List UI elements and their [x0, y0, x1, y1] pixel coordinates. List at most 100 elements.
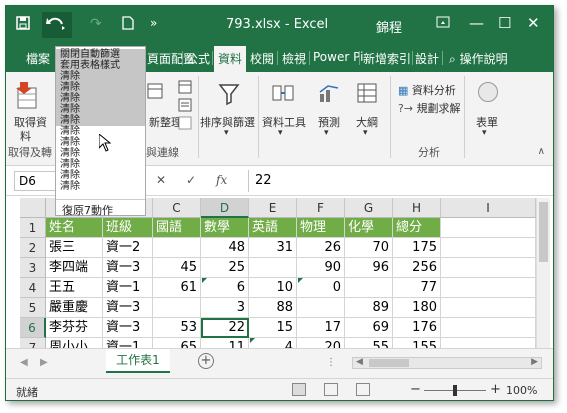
redo-icon[interactable]: ↷: [90, 16, 102, 32]
undo-button[interactable]: [42, 12, 72, 38]
zoom-slider-thumb[interactable]: [453, 385, 457, 396]
table-header-cell[interactable]: 姓名: [46, 218, 103, 238]
undo-item[interactable]: 清除: [56, 82, 145, 93]
insert-function-icon[interactable]: fx: [216, 173, 227, 187]
cell[interactable]: 25: [201, 258, 249, 278]
row-header-selected[interactable]: 6: [20, 318, 46, 338]
cell[interactable]: [153, 298, 201, 318]
cell[interactable]: 61: [153, 278, 201, 298]
row-header[interactable]: 5: [20, 298, 46, 318]
cell[interactable]: 王五: [46, 278, 103, 298]
cell[interactable]: 96: [345, 258, 393, 278]
prev-sheet-icon[interactable]: ◀: [20, 357, 28, 368]
zoom-out-icon[interactable]: −: [410, 382, 421, 397]
cell[interactable]: [441, 298, 536, 318]
form-dropdown-icon[interactable]: ▾: [482, 128, 487, 138]
scrollbar-thumb[interactable]: [369, 359, 409, 367]
cell[interactable]: [297, 298, 345, 318]
cell[interactable]: 69: [345, 318, 393, 338]
queries-connections-icon[interactable]: [178, 80, 192, 94]
tab-add-index[interactable]: 新增索引: [363, 50, 411, 67]
cell[interactable]: 90: [297, 258, 345, 278]
undo-item[interactable]: 套用表格樣式: [56, 60, 145, 71]
scroll-left-icon[interactable]: ◀: [356, 357, 363, 367]
undo-item[interactable]: 清除: [56, 181, 145, 192]
cell[interactable]: 資一3: [103, 318, 153, 338]
customize-toolbar-icon[interactable]: »: [150, 16, 157, 30]
cell[interactable]: 0: [297, 278, 345, 298]
formula-input[interactable]: 22: [248, 170, 548, 192]
tab-file[interactable]: 檔案: [26, 50, 50, 67]
cell[interactable]: [249, 258, 297, 278]
cell[interactable]: 89: [345, 298, 393, 318]
undo-item[interactable]: 清除: [56, 104, 145, 115]
undo-item[interactable]: 清除: [56, 170, 145, 181]
ribbon-display-icon[interactable]: [436, 14, 450, 32]
tab-view[interactable]: 檢視: [282, 50, 306, 67]
cell[interactable]: [441, 318, 536, 338]
close-icon[interactable]: ✕: [527, 14, 540, 32]
zoom-in-icon[interactable]: +: [490, 382, 501, 397]
forecast-dropdown-icon[interactable]: ▾: [324, 128, 329, 138]
tab-review[interactable]: 校閱: [250, 50, 274, 67]
form-icon[interactable]: [478, 82, 498, 102]
cell[interactable]: [345, 278, 393, 298]
cell[interactable]: 資一3: [103, 298, 153, 318]
cell[interactable]: 資一3: [103, 258, 153, 278]
row-header[interactable]: 1: [20, 218, 46, 238]
table-header-cell[interactable]: 數學: [201, 218, 249, 238]
tab-formulas[interactable]: 公式: [186, 50, 210, 67]
vertical-scrollbar[interactable]: [536, 198, 550, 348]
table-header-cell[interactable]: 國語: [153, 218, 201, 238]
page-layout-view-icon[interactable]: [324, 383, 338, 396]
get-data-icon[interactable]: [16, 80, 42, 110]
cell[interactable]: 70: [345, 238, 393, 258]
column-header[interactable]: G: [345, 198, 393, 218]
cell[interactable]: 48: [201, 238, 249, 258]
maximize-icon[interactable]: ☐: [498, 14, 511, 32]
outline-icon[interactable]: [356, 82, 378, 104]
forecast-label[interactable]: 預測: [318, 114, 340, 130]
table-header-cell[interactable]: 化學: [345, 218, 393, 238]
cell[interactable]: 53: [153, 318, 201, 338]
table-header-cell[interactable]: 班級: [103, 218, 153, 238]
table-header-cell[interactable]: 總分: [393, 218, 441, 238]
cell[interactable]: 180: [393, 298, 441, 318]
save-icon[interactable]: [16, 16, 30, 34]
new-document-icon[interactable]: [122, 16, 134, 34]
row-header[interactable]: 4: [20, 278, 46, 298]
cell[interactable]: [441, 238, 536, 258]
properties-icon[interactable]: [178, 98, 192, 112]
cell[interactable]: 6: [201, 278, 249, 298]
sort-filter-icon[interactable]: [218, 82, 240, 106]
column-header-selected[interactable]: D: [201, 198, 249, 218]
cell[interactable]: 31: [249, 238, 297, 258]
active-cell[interactable]: 22: [201, 318, 249, 338]
cell[interactable]: 資一2: [103, 238, 153, 258]
cell[interactable]: 10: [249, 278, 297, 298]
undo-item[interactable]: 清除: [56, 71, 145, 82]
edit-links-icon[interactable]: [178, 116, 192, 130]
cell[interactable]: 88: [249, 298, 297, 318]
sheet-tab-active[interactable]: 工作表1: [106, 349, 170, 373]
horizontal-scrollbar[interactable]: ◀ ▶: [352, 357, 542, 369]
zoom-level[interactable]: 100%: [506, 384, 537, 397]
cell[interactable]: 李芬芬: [46, 318, 103, 338]
cell[interactable]: 嚴重慶: [46, 298, 103, 318]
cell[interactable]: 17: [297, 318, 345, 338]
cell[interactable]: 26: [297, 238, 345, 258]
cell[interactable]: [441, 258, 536, 278]
outline-dropdown-icon[interactable]: ▾: [363, 128, 368, 138]
scrollbar-thumb[interactable]: [539, 202, 548, 262]
cell[interactable]: [441, 278, 536, 298]
error-indicator-icon[interactable]: [202, 278, 207, 283]
minimize-icon[interactable]: —: [469, 14, 484, 32]
data-tools-icon[interactable]: [272, 82, 294, 104]
enter-icon[interactable]: ✓: [186, 173, 196, 187]
sort-filter-dropdown-icon[interactable]: ▾: [224, 128, 229, 138]
cell[interactable]: 77: [393, 278, 441, 298]
data-tools-dropdown-icon[interactable]: ▾: [278, 128, 283, 138]
normal-view-icon[interactable]: [292, 383, 306, 396]
undo-item[interactable]: 清除: [56, 115, 145, 126]
cell[interactable]: 175: [393, 238, 441, 258]
